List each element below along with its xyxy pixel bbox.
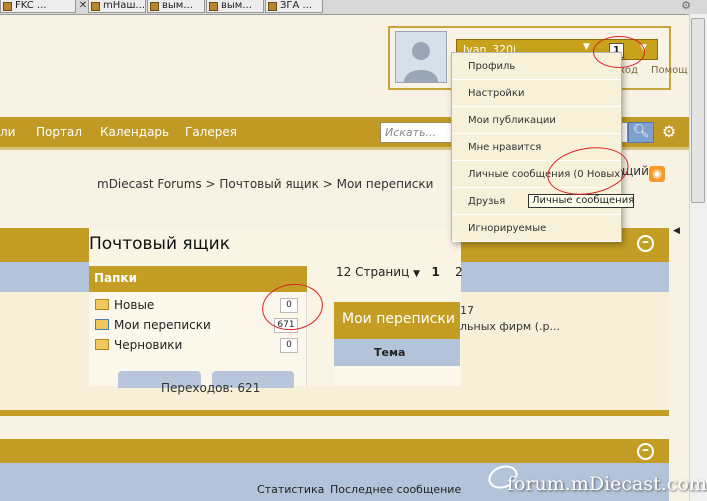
browser-tab[interactable]: вым... (206, 0, 264, 13)
menu-item-my-posts[interactable]: Мои публикации (452, 107, 621, 134)
nav-item-portal[interactable]: Портал (36, 124, 82, 140)
help-link[interactable]: Помощ (651, 65, 688, 76)
nav-item-gallery[interactable]: Галерея (185, 124, 237, 140)
favicon-icon (268, 2, 277, 11)
pagination: 12 Страниц ▼ 1 2 (336, 265, 463, 279)
favicon-icon (209, 2, 218, 11)
collapse-icon[interactable]: – (637, 235, 654, 252)
browser-tab[interactable]: mНаш... (88, 0, 146, 13)
chevron-down-icon[interactable]: ▼ (413, 269, 420, 279)
collapse-icon[interactable]: – (637, 443, 654, 460)
menu-item-ignored[interactable]: Игнорируемые (452, 215, 621, 242)
transitions-count: Переходов: 621 (161, 381, 261, 395)
tooltip: Личные сообщения (528, 194, 634, 208)
nav-item-calendar[interactable]: Календарь (100, 124, 169, 140)
folder-icon (95, 339, 109, 350)
rss-icon[interactable]: ◉ (649, 166, 665, 182)
browser-tab[interactable]: ЗГА ... (265, 0, 323, 13)
annotation-circle (593, 36, 645, 68)
browser-tab[interactable]: вым... (147, 0, 205, 13)
avatar-placeholder-icon (396, 32, 446, 82)
watermark: forum.mDiecast.com (507, 473, 707, 495)
browser-tab-label: вым... (221, 0, 252, 11)
conversations-body (334, 366, 460, 386)
search-icon[interactable]: 🔍︎ (628, 122, 654, 143)
browser-tab[interactable]: FKC ... (0, 0, 76, 13)
folder-new[interactable]: Новые (95, 298, 154, 312)
browser-tab-label: вым... (162, 0, 193, 11)
conversations-title: Мои переписки (342, 311, 455, 327)
folder-icon (95, 299, 109, 310)
avatar[interactable] (395, 31, 447, 83)
folder-label: Новые (114, 298, 155, 312)
breadcrumb-conversations[interactable]: > Мои переписки (323, 177, 434, 191)
menu-item-settings[interactable]: Настройки (452, 80, 621, 107)
page-current: 1 (431, 265, 440, 279)
stats-link[interactable]: Статистика (257, 483, 324, 496)
scrollbar-thumb[interactable] (691, 18, 705, 203)
browser-tab-label: FKC ... (15, 0, 47, 11)
folders-title: Папки (94, 271, 137, 285)
last-post-header: Последнее сообщение (330, 483, 462, 496)
folder-label: Черновики (114, 338, 183, 352)
forum-block-footer (0, 410, 669, 416)
page-title: Почтовый ящик (89, 234, 230, 254)
folder-drafts[interactable]: Черновики (95, 338, 182, 352)
folder-arrow-icon (95, 319, 109, 330)
gear-icon[interactable]: ⚙ (659, 122, 679, 143)
pages-dropdown[interactable]: 12 Страниц (336, 265, 409, 279)
column-topic[interactable]: Тема (374, 346, 405, 359)
favicon-icon (91, 2, 100, 11)
text-fragment: 17 (460, 304, 474, 317)
browser-tab-label: mНаш... (103, 0, 146, 11)
favicon-icon (150, 2, 159, 11)
page-link[interactable]: 2 (455, 265, 463, 279)
browser-tab-label: ЗГА ... (280, 0, 313, 11)
favicon-icon (3, 2, 12, 11)
scroll-left-icon[interactable]: ◀ (673, 226, 685, 238)
text-fragment[interactable]: льных фирм (.р... (460, 320, 560, 333)
breadcrumb-home[interactable]: mDiecast Forums (97, 177, 202, 191)
nav-item[interactable]: ли (0, 124, 15, 140)
breadcrumb: mDiecast Forums > Почтовый ящик > Мои пе… (97, 177, 433, 191)
forum-block-header (0, 439, 669, 463)
breadcrumb-mailbox[interactable]: > Почтовый ящик (206, 177, 319, 191)
folder-count: 0 (280, 338, 298, 353)
gear-icon[interactable]: ⚙ (679, 0, 693, 13)
folder-label: Мои переписки (114, 318, 211, 332)
chevron-down-icon[interactable]: ▼ (583, 42, 593, 52)
folder-conversations[interactable]: Мои переписки (95, 318, 211, 332)
